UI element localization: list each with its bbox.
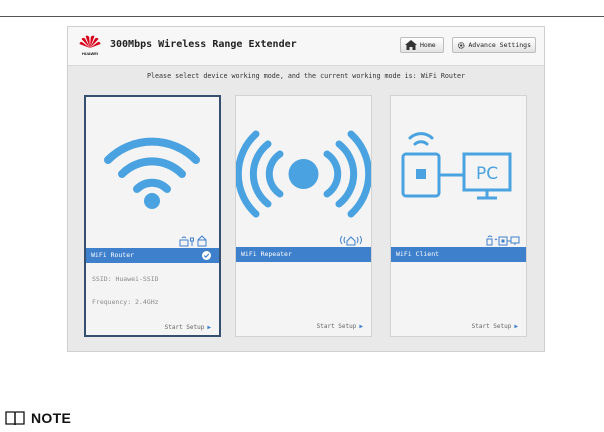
wifi-icon <box>104 137 200 209</box>
note-label: NOTE <box>31 410 72 426</box>
app-header: HUAWEI 300Mbps Wireless Range Extender H… <box>68 27 544 66</box>
page-top-rule <box>0 16 604 17</box>
home-button[interactable]: Home <box>400 37 444 53</box>
start-setup-label: Start Setup <box>316 323 357 330</box>
start-setup-link-repeater[interactable]: Start Setup ▶ <box>317 323 363 330</box>
mode-card-wifi-client[interactable]: PC WiFi Client Start Setup ▶ <box>390 95 527 337</box>
huawei-logo: HUAWEI <box>78 34 102 58</box>
app-title: 300Mbps Wireless Range Extender <box>110 39 297 50</box>
mode-bar-wifi-repeater[interactable]: WiFi Repeater <box>236 247 371 262</box>
arrow-right-icon: ▶ <box>207 324 211 331</box>
start-setup-link-router[interactable]: Start Setup ▶ <box>165 324 211 331</box>
huawei-logo-icon <box>79 35 101 48</box>
client-mode-mini-icon <box>486 235 520 246</box>
advanced-settings-label: Advance Settings <box>468 41 531 49</box>
working-mode-hint: Please select device working mode, and t… <box>146 72 466 80</box>
mode-label-wifi-client: WiFi Client <box>396 250 440 258</box>
ssid-text: SSID: Huawei-SSID <box>92 275 159 283</box>
advanced-settings-button[interactable]: Advance Settings <box>452 37 536 53</box>
book-icon <box>5 411 25 426</box>
start-setup-label: Start Setup <box>164 324 205 331</box>
start-setup-link-client[interactable]: Start Setup ▶ <box>472 323 518 330</box>
arrow-right-icon: ▶ <box>514 323 518 330</box>
frequency-text: Frequency: 2.4GHz <box>92 298 159 306</box>
mode-bar-wifi-client[interactable]: WiFi Client <box>391 247 526 262</box>
router-mode-mini-icon <box>179 235 207 247</box>
pc-label: PC <box>476 164 498 184</box>
repeater-mode-mini-icon <box>340 235 362 246</box>
mode-card-wifi-router[interactable]: WiFi Router SSID: Huawei-SSID Frequency:… <box>84 95 221 337</box>
mode-label-wifi-router: WiFi Router <box>91 251 135 259</box>
note-heading: NOTE <box>5 410 71 426</box>
home-button-label: Home <box>420 41 436 49</box>
arrow-right-icon: ▶ <box>359 323 363 330</box>
start-setup-label: Start Setup <box>471 323 512 330</box>
repeater-signal-icon <box>236 130 371 218</box>
client-to-pc-icon: PC <box>401 132 512 200</box>
logo-wordmark: HUAWEI <box>82 51 98 56</box>
mode-bar-wifi-router[interactable]: WiFi Router <box>86 248 219 263</box>
router-ui-screenshot: HUAWEI 300Mbps Wireless Range Extender H… <box>67 26 545 352</box>
check-circle-icon <box>202 251 211 260</box>
home-icon <box>405 40 417 50</box>
gear-icon <box>457 41 465 49</box>
mode-label-wifi-repeater: WiFi Repeater <box>241 250 292 258</box>
mode-card-wifi-repeater[interactable]: WiFi Repeater Start Setup ▶ <box>235 95 372 337</box>
